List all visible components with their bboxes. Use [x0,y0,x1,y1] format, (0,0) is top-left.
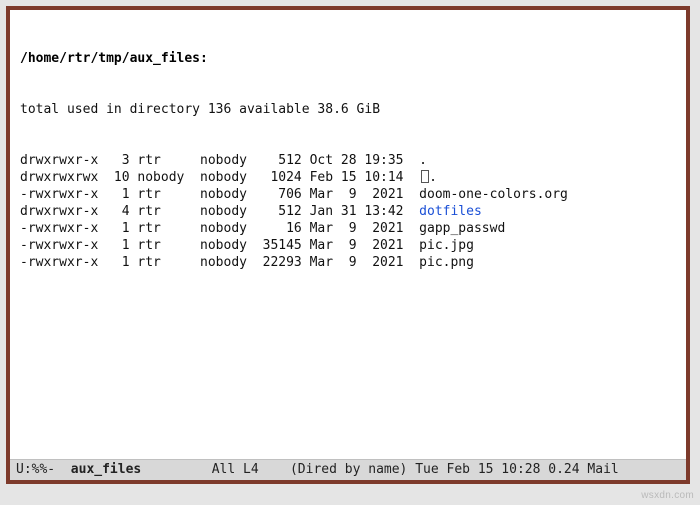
modeline-position: All L4 [212,462,259,477]
dired-entry[interactable]: -rwxrwxr-x 1 rtr nobody 16 Mar 9 2021 ga… [20,220,676,237]
mode-line: U:%%- aux_files All L4 (Dired by name) T… [10,459,686,480]
dired-entry-name: pic.jpg [419,238,474,253]
dired-entry[interactable]: drwxrwxrwx 10 nobody nobody 1024 Feb 15 … [20,169,676,186]
dired-entry[interactable]: drwxrwxr-x 3 rtr nobody 512 Oct 28 19:35… [20,152,676,169]
dired-path: /home/rtr/tmp/aux_files: [20,50,676,67]
dired-entry[interactable]: -rwxrwxr-x 1 rtr nobody 706 Mar 9 2021 d… [20,186,676,203]
dired-entry[interactable]: -rwxrwxr-x 1 rtr nobody 35145 Mar 9 2021… [20,237,676,254]
dired-entry-meta: drwxrwxr-x 3 rtr nobody 512 Oct 28 19:35 [20,153,419,168]
modeline-mail: Mail [587,462,618,477]
dired-entry-name: pic.png [419,255,474,270]
dired-entry-meta: -rwxrwxr-x 1 rtr nobody 22293 Mar 9 2021 [20,255,419,270]
point-cursor [421,170,429,183]
dired-entry-name: doom-one-colors.org [419,187,568,202]
modeline-mode: (Dired by name) [290,462,407,477]
dired-entry[interactable]: -rwxrwxr-x 1 rtr nobody 22293 Mar 9 2021… [20,254,676,271]
dired-totals: total used in directory 136 available 38… [20,101,676,118]
dired-entry-meta: -rwxrwxr-x 1 rtr nobody 35145 Mar 9 2021 [20,238,419,253]
dired-entry-name: gapp_passwd [419,221,505,236]
watermark: wsxdn.com [641,490,694,501]
modeline-flags: U:%%- [16,462,55,477]
dired-entry-meta: -rwxrwxr-x 1 rtr nobody 16 Mar 9 2021 [20,221,419,236]
dired-entry-name: . [429,170,437,185]
dired-entry-meta: drwxrwxrwx 10 nobody nobody 1024 Feb 15 … [20,170,419,185]
dired-entry-meta: -rwxrwxr-x 1 rtr nobody 706 Mar 9 2021 [20,187,419,202]
dired-entry-meta: drwxrwxr-x 4 rtr nobody 512 Jan 31 13:42 [20,204,419,219]
dired-entry-name: dotfiles [419,204,482,219]
dired-entry[interactable]: drwxrwxr-x 4 rtr nobody 512 Jan 31 13:42… [20,203,676,220]
modeline-load: 0.24 [548,462,579,477]
dired-buffer[interactable]: /home/rtr/tmp/aux_files: total used in d… [10,10,686,459]
dired-entry-name: . [419,153,427,168]
modeline-buffer-name: aux_files [71,462,141,477]
modeline-time: Tue Feb 15 10:28 [415,462,540,477]
emacs-frame: /home/rtr/tmp/aux_files: total used in d… [6,6,690,484]
